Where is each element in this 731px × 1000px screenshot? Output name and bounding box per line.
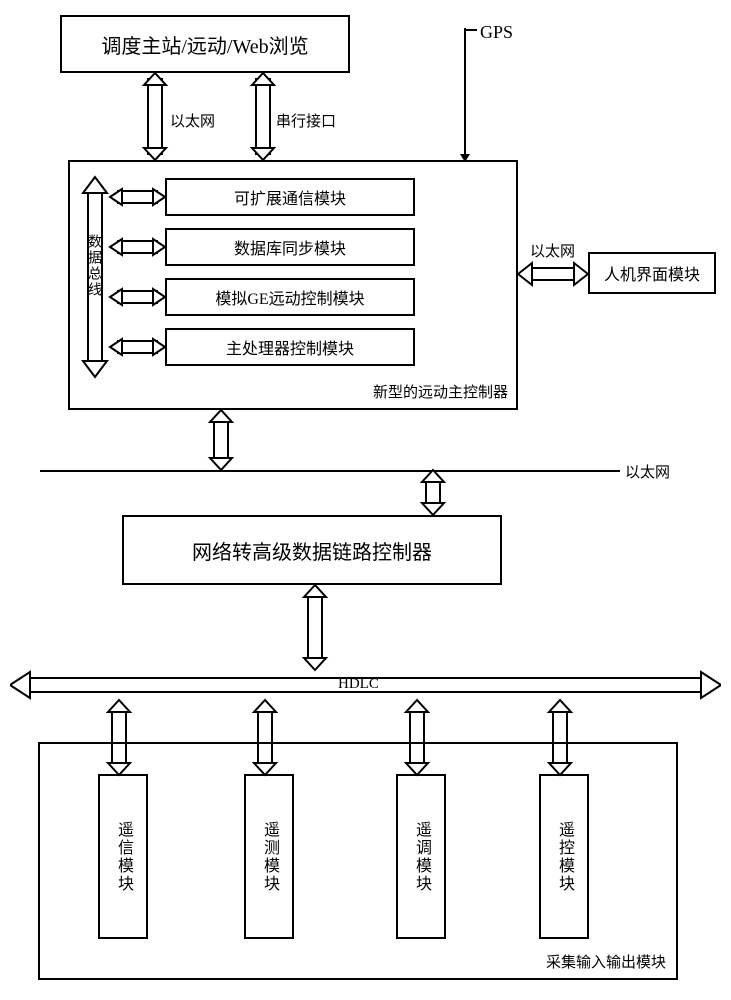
ethernet-label-1: 以太网 xyxy=(170,110,215,131)
arrow-mainstation-right xyxy=(248,73,278,160)
ethernet-bus-label: 以太网 xyxy=(625,461,670,482)
controller-container: 数据总线 可扩展通信模块 数据库同步模块 模拟GE远动控制模块 主处理器控制模块… xyxy=(68,160,518,410)
io-container: 遥信模块 遥测模块 遥调模块 遥控模块 采集输入输出模块 xyxy=(38,742,678,980)
io-caption: 采集输入输出模块 xyxy=(546,951,666,972)
arrow-controller-bus xyxy=(206,410,236,470)
io-module-yaokong: 遥控模块 xyxy=(539,774,589,939)
main-station-box: 调度主站/远动/Web浏览 xyxy=(60,15,350,73)
io-module-yaoxin: 遥信模块 xyxy=(98,774,148,939)
controller-caption: 新型的远动主控制器 xyxy=(373,381,508,402)
net-to-hdlc-box: 网络转高级数据链路控制器 xyxy=(122,515,502,585)
module-ge-control: 模拟GE远动控制模块 xyxy=(165,278,415,316)
data-bus-label: 数据总线 xyxy=(83,234,103,298)
hmi-box: 人机界面模块 xyxy=(588,252,716,294)
module-db-sync: 数据库同步模块 xyxy=(165,228,415,266)
module-comm: 可扩展通信模块 xyxy=(165,178,415,216)
ethernet-bus-line xyxy=(40,470,620,472)
serial-label: 串行接口 xyxy=(276,110,336,131)
gps-label: GPS xyxy=(480,22,513,43)
io-module-yaoce: 遥测模块 xyxy=(244,774,294,939)
ethernet-label-2: 以太网 xyxy=(530,240,575,261)
main-station-label: 调度主站/远动/Web浏览 xyxy=(101,30,308,59)
module-main-proc: 主处理器控制模块 xyxy=(165,328,415,366)
arrow-hdlcctrl-hdlcbus xyxy=(300,585,330,670)
arrow-mainstation-left xyxy=(140,73,170,160)
hdlc-label: HDLC xyxy=(338,676,379,693)
io-module-yaotiao: 遥调模块 xyxy=(396,774,446,939)
arrow-bus-hdlc-ctrl xyxy=(418,470,448,515)
arrow-controller-hmi xyxy=(518,260,588,288)
